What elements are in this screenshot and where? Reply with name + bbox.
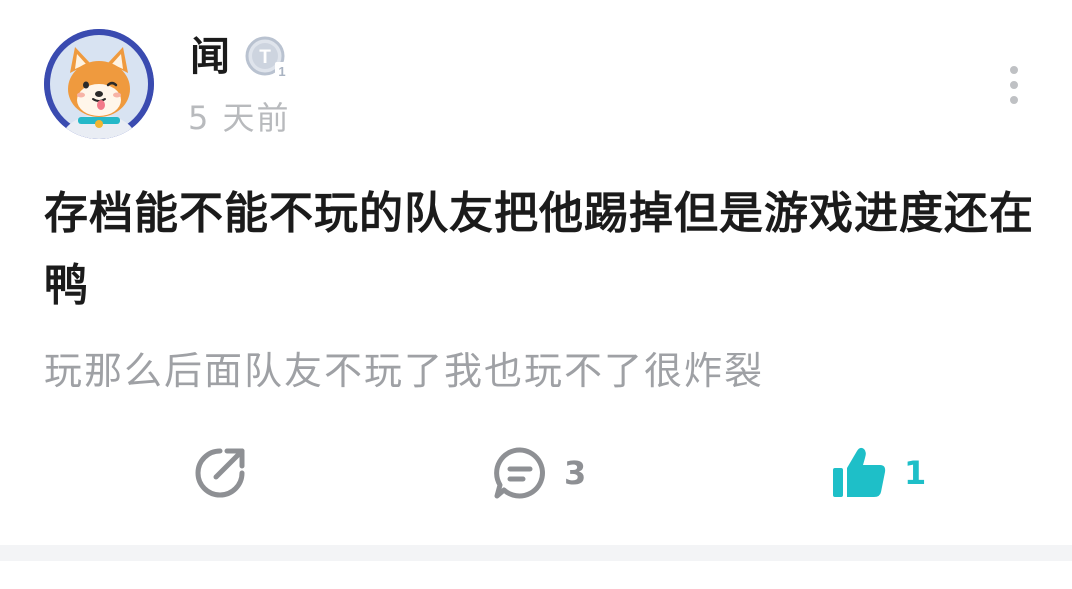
level-badge-icon: T 1 [245,36,291,80]
like-button[interactable]: 1 [830,443,926,503]
post-card[interactable]: 闻 T 1 5 天前 存档能不能不玩的队友把他踢掉但是游戏进度还在鸭 玩那么后面… [0,0,1072,545]
level-badge-letter: T [259,47,271,68]
avatar[interactable] [44,29,154,139]
thumbs-up-icon [833,447,886,497]
comment-count: 3 [564,454,587,492]
share-button[interactable] [190,443,250,503]
comment-button[interactable]: 3 [490,443,586,503]
author-name[interactable]: 闻 [190,30,230,84]
comment-icon [494,447,545,499]
post-timestamp: 5 天前 [188,99,291,137]
shiba-avatar-image [44,29,154,139]
share-icon [195,448,245,498]
level-badge-number: 1 [278,64,285,79]
more-options-button[interactable] [1000,66,1028,104]
section-divider [0,545,1072,561]
post-body[interactable]: 玩那么后面队友不玩了我也玩不了很炸裂 [44,343,1044,399]
like-count: 1 [904,454,927,492]
more-vertical-icon [1010,66,1018,74]
post-title[interactable]: 存档能不能不玩的队友把他踢掉但是游戏进度还在鸭 [44,178,1044,322]
